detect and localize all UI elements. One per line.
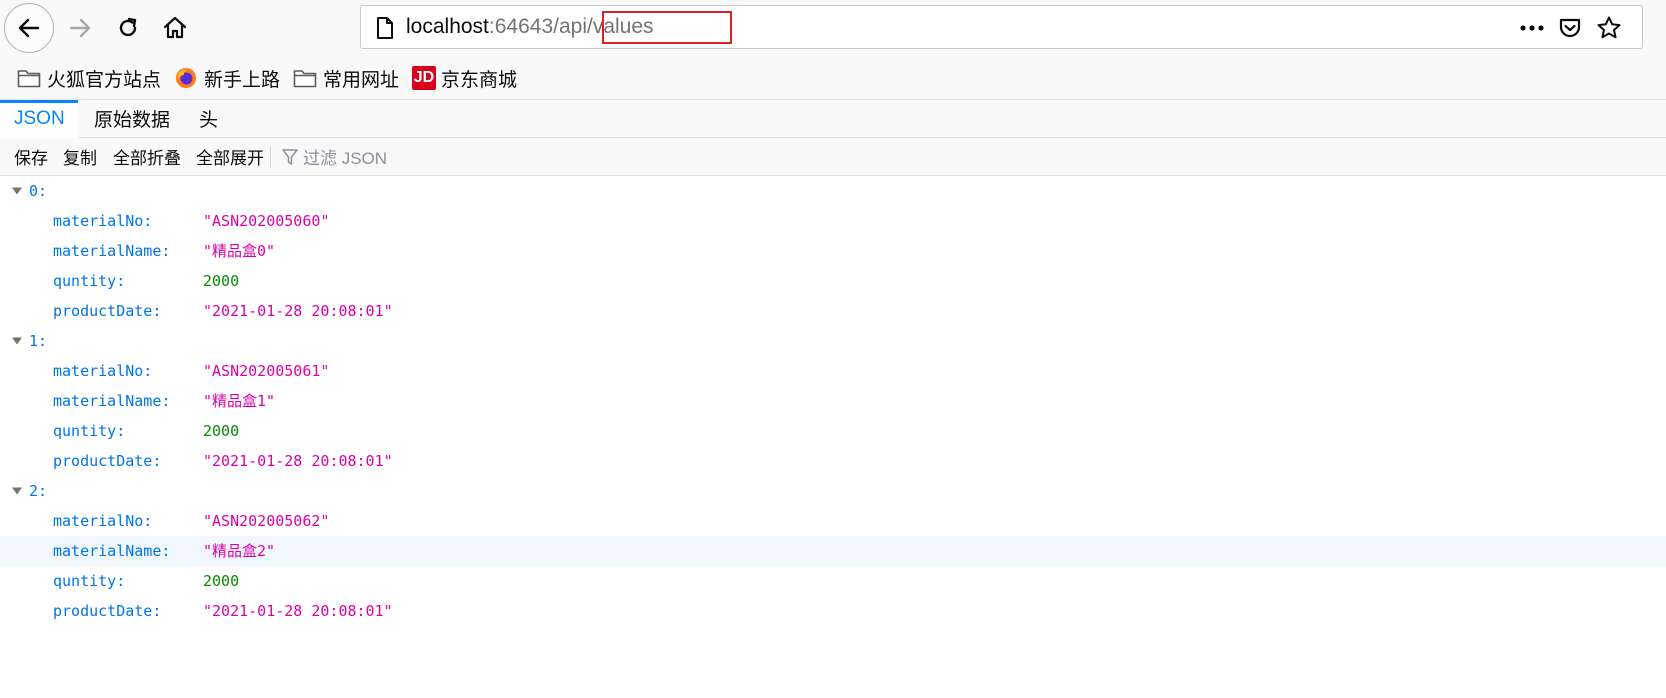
json-key: materialName: <box>53 242 171 260</box>
json-key: quntity: <box>53 272 126 290</box>
json-key: productDate: <box>53 452 162 470</box>
back-button[interactable] <box>4 3 54 53</box>
json-value: "ASN202005062" <box>203 512 330 530</box>
url-port: :64643 <box>488 15 554 38</box>
viewer-tab-bar: JSON 原始数据 头 <box>0 100 1666 138</box>
json-array-item-0[interactable]: 0: <box>0 176 1666 206</box>
filter-placeholder: 过滤 JSON <box>303 149 388 168</box>
forward-arrow-icon <box>69 18 91 38</box>
bookmark-star-button[interactable] <box>1595 16 1623 40</box>
folder-icon <box>16 66 42 90</box>
json-value: "ASN202005061" <box>203 362 330 380</box>
json-row-hovered[interactable]: materialName: "精品盒2" <box>0 536 1666 566</box>
json-value: "精品盒2" <box>203 542 276 560</box>
toolbar-divider <box>270 146 271 168</box>
more-dots-icon <box>1520 25 1544 31</box>
json-value: 2000 <box>203 572 240 590</box>
reload-icon <box>119 17 137 37</box>
json-array-item-2[interactable]: 2: <box>0 476 1666 506</box>
json-value: 2000 <box>203 272 240 290</box>
url-host: localhost <box>406 15 489 38</box>
expand-toggle-icon[interactable] <box>10 326 24 356</box>
navigation-toolbar: localhost:64643/api/values <box>0 0 1666 56</box>
url-path: /api/values <box>553 15 654 38</box>
json-tree: 0: materialNo: "ASN202005060" materialNam… <box>0 176 1666 626</box>
bookmarks-toolbar: 火狐官方站点 新手上路 常用网址 JD 京东商城 <box>0 56 1666 100</box>
save-button[interactable]: 保存 <box>14 138 48 175</box>
home-icon <box>163 16 187 39</box>
back-arrow-icon <box>18 18 40 38</box>
page-actions-button[interactable] <box>1518 16 1546 40</box>
firefox-logo-icon <box>173 66 199 90</box>
bookmark-common-sites[interactable]: 常用网址 <box>292 62 399 94</box>
json-value: "精品盒1" <box>203 392 276 410</box>
json-value: "2021-01-28 20:08:01" <box>203 452 393 470</box>
json-row[interactable]: materialNo: "ASN202005061" <box>0 356 1666 386</box>
jd-logo-icon: JD <box>412 66 436 90</box>
address-bar[interactable]: localhost:64643/api/values <box>360 5 1643 49</box>
forward-button[interactable] <box>56 4 104 52</box>
bookmark-getting-started[interactable]: 新手上路 <box>173 62 280 94</box>
array-index: 0: <box>29 182 48 200</box>
json-key: materialNo: <box>53 212 153 230</box>
json-array-item-1[interactable]: 1: <box>0 326 1666 356</box>
expand-toggle-icon[interactable] <box>10 176 24 206</box>
bookmark-label: 火狐官方站点 <box>47 69 162 91</box>
json-key: materialNo: <box>53 512 153 530</box>
bookmark-label: 京东商城 <box>441 69 518 91</box>
json-row[interactable]: quntity: 2000 <box>0 266 1666 296</box>
pocket-icon <box>1559 18 1581 38</box>
json-row[interactable]: materialName: "精品盒0" <box>0 236 1666 266</box>
json-row[interactable]: quntity: 2000 <box>0 416 1666 446</box>
json-row[interactable]: materialNo: "ASN202005062" <box>0 506 1666 536</box>
expand-toggle-icon[interactable] <box>10 476 24 506</box>
json-key: materialNo: <box>53 362 153 380</box>
array-index: 2: <box>29 482 48 500</box>
json-row[interactable]: quntity: 2000 <box>0 566 1666 596</box>
expand-all-button[interactable]: 全部展开 <box>196 138 264 175</box>
home-button[interactable] <box>151 4 199 52</box>
json-key: quntity: <box>53 422 126 440</box>
json-value: "精品盒0" <box>203 242 276 260</box>
array-index: 1: <box>29 332 48 350</box>
bookmark-firefox-official[interactable]: 火狐官方站点 <box>16 62 161 94</box>
star-icon <box>1597 16 1621 39</box>
bookmark-jd-mall[interactable]: JD 京东商城 <box>412 62 517 94</box>
collapse-all-button[interactable]: 全部折叠 <box>113 138 181 175</box>
tab-json[interactable]: JSON <box>0 100 78 138</box>
json-row[interactable]: materialName: "精品盒1" <box>0 386 1666 416</box>
json-key: productDate: <box>53 602 162 620</box>
tab-headers[interactable]: 头 <box>185 100 232 137</box>
json-row[interactable]: productDate: "2021-01-28 20:08:01" <box>0 446 1666 476</box>
filter-json-input[interactable]: 过滤 JSON <box>282 138 387 175</box>
folder-icon <box>292 66 318 90</box>
json-row[interactable]: productDate: "2021-01-28 20:08:01" <box>0 296 1666 326</box>
json-toolbar: 保存 复制 全部折叠 全部展开 过滤 JSON <box>0 138 1666 176</box>
json-row[interactable]: productDate: "2021-01-28 20:08:01" <box>0 596 1666 626</box>
url-text[interactable]: localhost:64643/api/values <box>406 11 732 44</box>
bookmark-label: 常用网址 <box>323 69 400 91</box>
page-icon[interactable] <box>375 16 395 44</box>
pocket-button[interactable] <box>1556 16 1584 40</box>
tab-raw-data[interactable]: 原始数据 <box>80 100 184 137</box>
json-key: materialName: <box>53 392 171 410</box>
json-value: "2021-01-28 20:08:01" <box>203 602 393 620</box>
bookmark-label: 新手上路 <box>204 69 281 91</box>
json-value: "ASN202005060" <box>203 212 330 230</box>
json-key: quntity: <box>53 572 126 590</box>
json-value: "2021-01-28 20:08:01" <box>203 302 393 320</box>
json-key: productDate: <box>53 302 162 320</box>
copy-button[interactable]: 复制 <box>63 138 97 175</box>
json-key: materialName: <box>53 542 171 560</box>
reload-button[interactable] <box>104 4 152 52</box>
json-row[interactable]: materialNo: "ASN202005060" <box>0 206 1666 236</box>
filter-icon <box>282 148 298 166</box>
json-value: 2000 <box>203 422 240 440</box>
